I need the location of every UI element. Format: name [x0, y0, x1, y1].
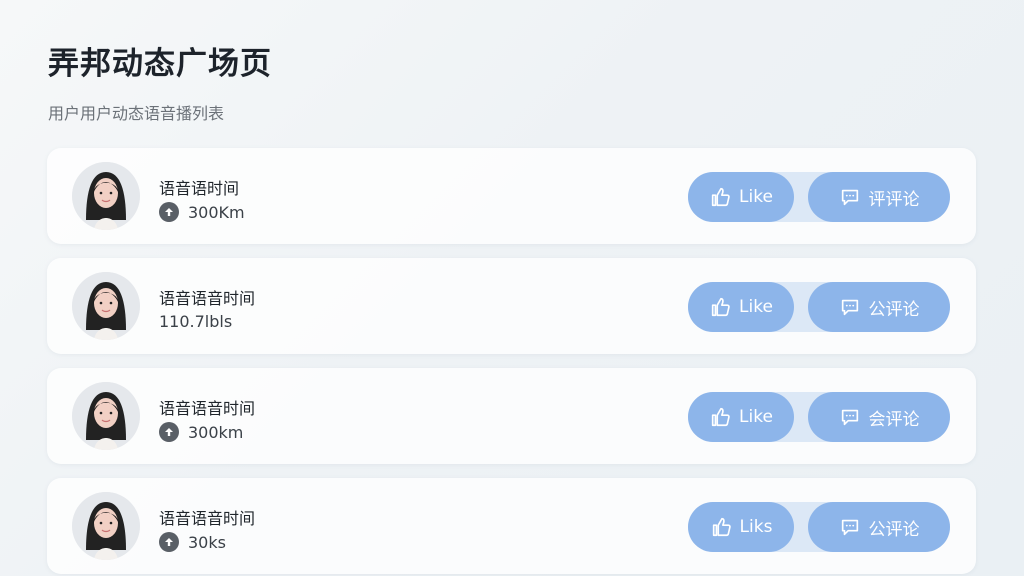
list-item: 语音语时间 300Km Like 评评论	[47, 148, 976, 244]
thumbs-up-icon	[709, 296, 731, 318]
action-group: Liks 公评论	[688, 502, 950, 552]
comment-label: 评评论	[868, 189, 920, 210]
page-subtitle: 用户用户动态语音播列表	[48, 104, 225, 123]
comment-label: 公评论	[868, 519, 920, 540]
avatar[interactable]	[72, 162, 140, 230]
item-meta: 300Km	[159, 202, 245, 222]
arrow-up-icon	[159, 532, 179, 552]
like-button[interactable]: Like	[688, 392, 794, 442]
comment-icon	[839, 186, 861, 208]
comment-icon	[839, 516, 861, 538]
comment-button[interactable]: 评评论	[808, 172, 950, 222]
action-group: Like 公评论	[688, 282, 950, 332]
list-item: 语音语音时间 300km Like 会评论	[47, 368, 976, 464]
list-item: 语音语音时间 30ks Liks 公评论	[47, 478, 976, 574]
item-title: 语音语音时间	[159, 509, 256, 528]
avatar[interactable]	[72, 492, 140, 560]
arrow-up-icon	[159, 202, 179, 222]
item-title: 语音语音时间	[159, 289, 256, 308]
like-label: Liks	[739, 517, 773, 537]
comment-button[interactable]: 会评论	[808, 392, 950, 442]
thumbs-up-icon	[709, 406, 731, 428]
meta-value: 30ks	[188, 532, 226, 552]
comment-label: 公评论	[868, 299, 920, 320]
meta-value: 300km	[188, 422, 244, 442]
action-group: Like 会评论	[688, 392, 950, 442]
like-button[interactable]: Liks	[688, 502, 794, 552]
like-label: Like	[739, 187, 773, 207]
list-item: 语音语音时间 110.7lbls Like 公评论	[47, 258, 976, 354]
action-group: Like 评评论	[688, 172, 950, 222]
avatar[interactable]	[72, 382, 140, 450]
like-label: Like	[739, 297, 773, 317]
meta-value: 110.7lbls	[159, 312, 233, 331]
comment-icon	[839, 296, 861, 318]
like-button[interactable]: Like	[688, 282, 794, 332]
thumbs-up-icon	[710, 516, 732, 538]
item-meta: 30ks	[159, 532, 226, 552]
like-button[interactable]: Like	[688, 172, 794, 222]
comment-label: 会评论	[868, 409, 920, 430]
like-label: Like	[739, 407, 773, 427]
item-meta: 300km	[159, 422, 243, 442]
feed-list: 语音语时间 300Km Like 评评论 语音语音时间 110.7lbls Li…	[47, 148, 976, 576]
page-title: 弄邦动态广场页	[48, 46, 272, 82]
item-title: 语音语时间	[159, 179, 240, 198]
avatar[interactable]	[72, 272, 140, 340]
item-meta: 110.7lbls	[159, 312, 232, 331]
comment-icon	[839, 406, 861, 428]
item-title: 语音语音时间	[159, 399, 256, 418]
meta-value: 300Km	[188, 202, 245, 222]
comment-button[interactable]: 公评论	[808, 502, 950, 552]
thumbs-up-icon	[709, 186, 731, 208]
comment-button[interactable]: 公评论	[808, 282, 950, 332]
arrow-up-icon	[159, 422, 179, 442]
